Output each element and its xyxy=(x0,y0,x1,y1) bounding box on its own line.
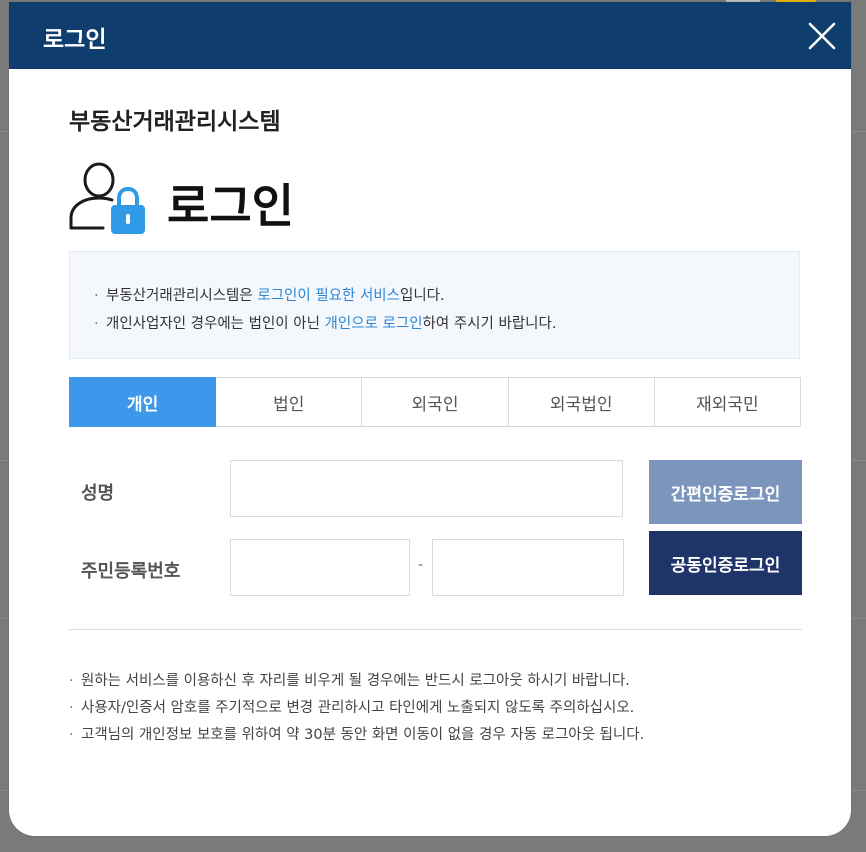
simple-auth-login-button[interactable]: 간편인증로그인 xyxy=(649,460,802,524)
rrn-front-input[interactable] xyxy=(230,539,410,596)
notice-box: 부동산거래관리시스템은 로그인이 필요한 서비스입니다. 개인사업자인 경우에는… xyxy=(69,251,800,359)
system-title: 부동산거래관리시스템 xyxy=(69,109,281,135)
note-item: 고객님의 개인정보 보호를 위하여 약 30분 동안 화면 이동이 없을 경우 … xyxy=(69,722,644,749)
user-lock-icon xyxy=(69,162,145,234)
notice-text: 개인사업자인 경우에는 법인이 아닌 xyxy=(106,316,325,332)
name-input[interactable] xyxy=(230,460,623,517)
notice-line-1: 부동산거래관리시스템은 로그인이 필요한 서비스입니다. xyxy=(94,282,799,310)
notice-highlight: 로그인이 필요한 서비스 xyxy=(257,288,400,304)
rrn-back-input[interactable] xyxy=(432,539,624,596)
modal-title: 로그인 xyxy=(43,27,107,53)
user-type-tabs: 개인 법인 외국인 외국법인 재외국민 xyxy=(69,377,802,427)
tab-individual[interactable]: 개인 xyxy=(69,377,217,427)
notice-line-2: 개인사업자인 경우에는 법인이 아닌 개인으로 로그인하여 주시기 바랍니다. xyxy=(94,310,799,338)
tab-foreign-corporation[interactable]: 외국법인 xyxy=(508,377,655,427)
note-item: 사용자/인증서 암호를 주기적으로 변경 관리하시고 타인에게 노출되지 않도록… xyxy=(69,695,644,722)
notice-highlight: 개인으로 로그인 xyxy=(324,316,423,332)
notice-text: 하여 주시기 바랍니다. xyxy=(422,316,557,332)
certificate-login-button[interactable]: 공동인증로그인 xyxy=(649,531,802,595)
notice-text: 부동산거래관리시스템은 xyxy=(106,288,258,304)
login-modal: 로그인 부동산거래관리시스템 로그인 부동산거래관리시스템은 로그인이 필요한 … xyxy=(9,2,851,836)
note-item: 원하는 서비스를 이용하신 후 자리를 비우게 될 경우에는 반드시 로그아웃 … xyxy=(69,668,644,695)
tab-overseas-korean[interactable]: 재외국민 xyxy=(654,377,802,427)
divider xyxy=(69,629,802,630)
close-button[interactable] xyxy=(805,19,839,53)
login-heading-text: 로그인 xyxy=(167,179,294,233)
close-icon xyxy=(808,22,836,50)
rrn-separator: - xyxy=(418,557,424,573)
notice-text: 입니다. xyxy=(399,288,445,304)
tab-foreigner[interactable]: 외국인 xyxy=(362,377,509,427)
notes-list: 원하는 서비스를 이용하신 후 자리를 비우게 될 경우에는 반드시 로그아웃 … xyxy=(69,668,644,749)
tab-corporation[interactable]: 법인 xyxy=(216,377,363,427)
login-heading: 로그인 xyxy=(69,162,469,238)
modal-header: 로그인 xyxy=(9,2,851,69)
name-label: 성명 xyxy=(81,483,115,504)
rrn-label: 주민등록번호 xyxy=(81,561,181,582)
